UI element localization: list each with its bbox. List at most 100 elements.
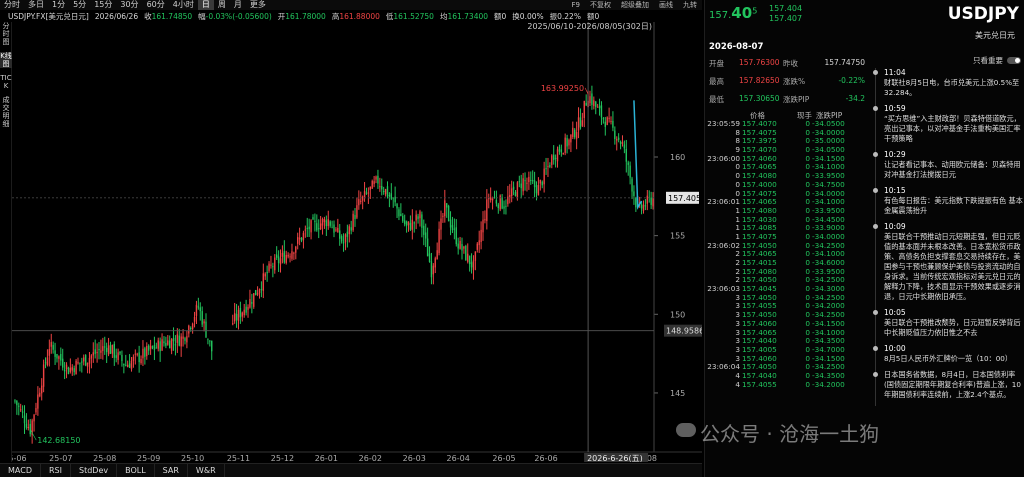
candle-body — [77, 362, 79, 364]
timeframe-8[interactable]: 日 — [197, 0, 214, 10]
candle-body — [151, 346, 154, 348]
x-tick-label: 25-06 — [12, 454, 27, 462]
candle-body — [505, 205, 507, 207]
tick-list[interactable]: 价格 现手 涨跌PIP 23:05:59 157.4070 0 -34.0500 8 15… — [705, 110, 869, 477]
tick-volume: 0 — [805, 379, 810, 389]
timeframe-4[interactable]: 15分 — [90, 0, 116, 10]
indicator-tab-stddev[interactable]: StdDev — [71, 464, 118, 477]
news-item[interactable]: 日本国务省数据，8月4日，日本国债利率(国债固定期限年期复合利率)普遍上涨，10… — [873, 370, 1024, 400]
news-item[interactable]: 10:00 8月5日人民币外汇牌价一览（10：00） — [873, 344, 1024, 364]
toolbar-option-1[interactable]: 不复权 — [585, 0, 616, 10]
candle-body — [304, 229, 307, 231]
candle-body — [121, 354, 123, 362]
timeframe-7[interactable]: 4小时 — [169, 0, 198, 10]
indicator-tab-rsi[interactable]: RSI — [41, 464, 71, 477]
bid-ask: 157.404 157.407 — [769, 4, 802, 24]
news-time: 10:59 — [884, 104, 906, 113]
candle-body — [18, 405, 20, 407]
candle-body — [180, 336, 182, 347]
view-mode-3[interactable]: 成交明细 — [0, 96, 12, 128]
x-tick-label: 25-11 — [227, 454, 250, 462]
candle-body — [528, 176, 530, 183]
news-item[interactable]: 10:15 有色每日报告：美元指数下跌提振有色 基本金属震荡抬升 — [873, 186, 1024, 216]
view-mode-1[interactable]: K线图 — [0, 52, 12, 68]
candle-body — [233, 313, 236, 322]
stat-key: 开盘 — [709, 59, 724, 68]
candle-body — [533, 180, 536, 188]
timeframe-6[interactable]: 60分 — [143, 0, 169, 10]
candle-body — [444, 200, 446, 217]
candle-body — [350, 227, 352, 231]
toolbar-option-4[interactable]: 九转 — [678, 0, 702, 10]
candle-body — [69, 367, 72, 372]
candle-body — [209, 340, 211, 342]
news-item[interactable]: 10:09 美日联合干预推动日元短期走强，但日元贬值的基本面并未根本改善。日本宽松… — [873, 222, 1024, 302]
candle-body — [167, 340, 169, 345]
candle-body — [348, 226, 350, 235]
news-item[interactable]: 11:04 财联社8月5日电，台币兑美元上涨0.5%至32.284。 — [873, 68, 1024, 98]
news-item[interactable]: 10:05 美日联合干预推改颓势，日元短暂反弹背后中长期贬值压力依旧惟之不去 — [873, 308, 1024, 338]
candle-body — [111, 344, 114, 354]
candlestick-chart[interactable]: 145 150 155 160 25-06 25-07 25-08 25-09 25-10 25-… — [12, 22, 702, 462]
timeframe-2[interactable]: 1分 — [48, 0, 69, 10]
timeframe-5[interactable]: 30分 — [116, 0, 142, 10]
timeframe-1[interactable]: 多日 — [24, 0, 48, 10]
candle-body — [306, 227, 308, 230]
candle-body — [274, 257, 276, 271]
toolbar-option-3[interactable]: 画线 — [654, 0, 678, 10]
candle-body — [193, 316, 196, 322]
tick-rows: 23:05:59 157.4070 0 -34.0500 8 157.4075 0 -34.0… — [705, 119, 869, 389]
indicator-tab-boll[interactable]: BOLL — [117, 464, 155, 477]
view-mode-2[interactable]: TICK — [0, 74, 12, 90]
candle-body — [310, 220, 312, 233]
news-text: “买方思维”入主财政部！贝森特借道欧元，亮出记事本，以对冲基金手法重构美国汇率干… — [884, 114, 1021, 143]
candle-body — [604, 121, 606, 127]
candle-body — [207, 338, 209, 340]
quote-info-row: USDJPY.FX[美元兑日元] 2026/06/26 收161.74850 幅… — [8, 11, 702, 22]
quote-header: 157.405 157.404 157.407 USDJPY 美元兑日元 — [705, 0, 1024, 40]
candle-body — [279, 258, 282, 265]
candle-body — [516, 182, 519, 199]
toolbar-option-2[interactable]: 超级叠加 — [616, 0, 654, 10]
candle-body — [434, 258, 436, 268]
timeframe-toolbar: 分时 多日 1分 5分 15分 30分 60分 4小时日周月更多 F9 不复权 超级叠加 画线 九转 — [0, 0, 702, 10]
candle-body — [270, 264, 272, 266]
candle-body — [264, 273, 266, 277]
candle-body — [535, 185, 538, 194]
indicator-tab-sar[interactable]: SAR — [155, 464, 188, 477]
candle-body — [377, 175, 379, 184]
candle-body — [369, 186, 371, 190]
candle-body — [522, 178, 524, 192]
candle-body — [163, 341, 165, 344]
candle-body — [577, 117, 580, 131]
indicator-tab-macd[interactable]: MACD — [0, 464, 41, 477]
candle-body — [314, 220, 316, 222]
news-filter[interactable]: 只看重要 — [973, 55, 1021, 66]
timeframe-9[interactable]: 周 — [214, 0, 230, 10]
view-mode-0[interactable]: 分时图 — [0, 22, 12, 46]
candle-body — [480, 229, 482, 243]
candle-body — [190, 327, 192, 329]
candle-body — [619, 141, 622, 144]
toolbar-option-0[interactable]: F9 — [567, 0, 585, 10]
timeframe-11[interactable]: 更多 — [246, 0, 270, 10]
news-item[interactable]: 10:59 “买方思维”入主财政部！贝森特借道欧元，亮出记事本，以对冲基金手法重构… — [873, 104, 1024, 144]
stat-value: 157.30650 — [739, 94, 780, 103]
candle-body — [153, 344, 156, 350]
toggle-switch[interactable] — [1007, 57, 1021, 64]
news-panel[interactable]: 只看重要 11:04 财联社8月5日电，台币兑美元上涨0.5%至32.284。 10… — [869, 52, 1024, 477]
candle-body — [512, 186, 515, 190]
news-item[interactable]: 10:29 让记者看记事本、动用欧元储备：贝森特用对冲基金打法搅拨日元 — [873, 150, 1024, 180]
timeframe-3[interactable]: 5分 — [69, 0, 90, 10]
candle-body — [60, 353, 62, 361]
timeframe-0[interactable]: 分时 — [0, 0, 24, 10]
turnover-value: 0.00% — [519, 12, 544, 21]
candle-body — [323, 219, 326, 223]
candle-body — [373, 181, 375, 184]
news-time: 10:09 — [884, 222, 906, 231]
candle-body — [489, 197, 492, 200]
candle-body — [394, 196, 396, 203]
timeframe-10[interactable]: 月 — [230, 0, 246, 10]
amount-key: 额 — [494, 12, 502, 21]
indicator-tab-wr[interactable]: W&R — [188, 464, 225, 477]
